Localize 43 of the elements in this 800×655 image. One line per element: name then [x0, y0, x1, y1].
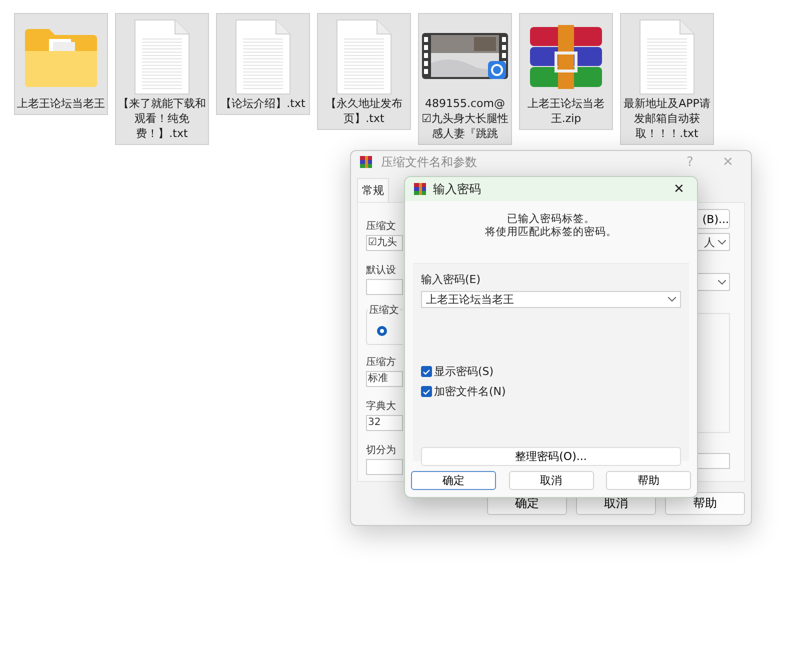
- checkbox[interactable]: [421, 386, 432, 397]
- organize-passwords-button[interactable]: 整理密码(O)...: [421, 447, 681, 466]
- input-field[interactable]: 32: [366, 415, 403, 431]
- folder-icon: [23, 27, 99, 87]
- archive-icon: [413, 182, 427, 196]
- close-button[interactable]: ✕: [669, 182, 689, 196]
- input-field[interactable]: [366, 279, 403, 295]
- group-label: 压缩文: [368, 303, 400, 317]
- dialog-button[interactable]: 取消: [508, 471, 594, 490]
- field-label: 压缩方: [366, 356, 397, 369]
- document-icon: [235, 19, 291, 95]
- chevron-down-icon: [718, 280, 726, 284]
- dialog-button[interactable]: 帮助: [606, 471, 691, 490]
- chevron-down-icon: [718, 240, 726, 244]
- dialog-title: 输入密码: [433, 180, 482, 198]
- share-badge-icon: [488, 61, 506, 79]
- window-title: 压缩文件名和参数: [381, 154, 478, 170]
- field-label: 压缩文: [366, 220, 397, 233]
- document-icon: [336, 19, 392, 95]
- document-icon: [639, 19, 695, 95]
- file-name[interactable]: 【论坛介绍】.txt: [220, 96, 306, 111]
- archive-icon: [359, 155, 373, 169]
- field-label: 字典大: [366, 400, 397, 413]
- dialog-button[interactable]: 确定: [411, 471, 496, 490]
- radio-button[interactable]: [377, 326, 387, 336]
- chevron-down-icon: [668, 297, 676, 302]
- archive-icon: [528, 25, 604, 89]
- tab[interactable]: 常规: [357, 178, 389, 202]
- field-label: 输入密码(E): [421, 272, 482, 287]
- info-message: 将使用匹配此标签的密码。: [485, 226, 617, 239]
- dialog-button[interactable]: 帮助: [665, 492, 745, 515]
- checkbox-label[interactable]: 加密文件名(N): [434, 384, 506, 399]
- checkbox[interactable]: [421, 366, 432, 377]
- file-name[interactable]: 上老王论坛当老王: [17, 96, 105, 111]
- input-field[interactable]: [366, 459, 403, 475]
- checkbox-label[interactable]: 显示密码(S): [434, 364, 494, 379]
- input-field[interactable]: 标准: [366, 371, 403, 387]
- field-label: 默认设: [366, 264, 397, 277]
- input-field[interactable]: ☑九头: [366, 235, 403, 251]
- document-icon: [134, 19, 190, 95]
- info-message: 已输入密码标签。: [507, 213, 595, 226]
- field-label: 切分为: [366, 444, 397, 457]
- password-combobox[interactable]: 上老王论坛当老王: [421, 291, 681, 308]
